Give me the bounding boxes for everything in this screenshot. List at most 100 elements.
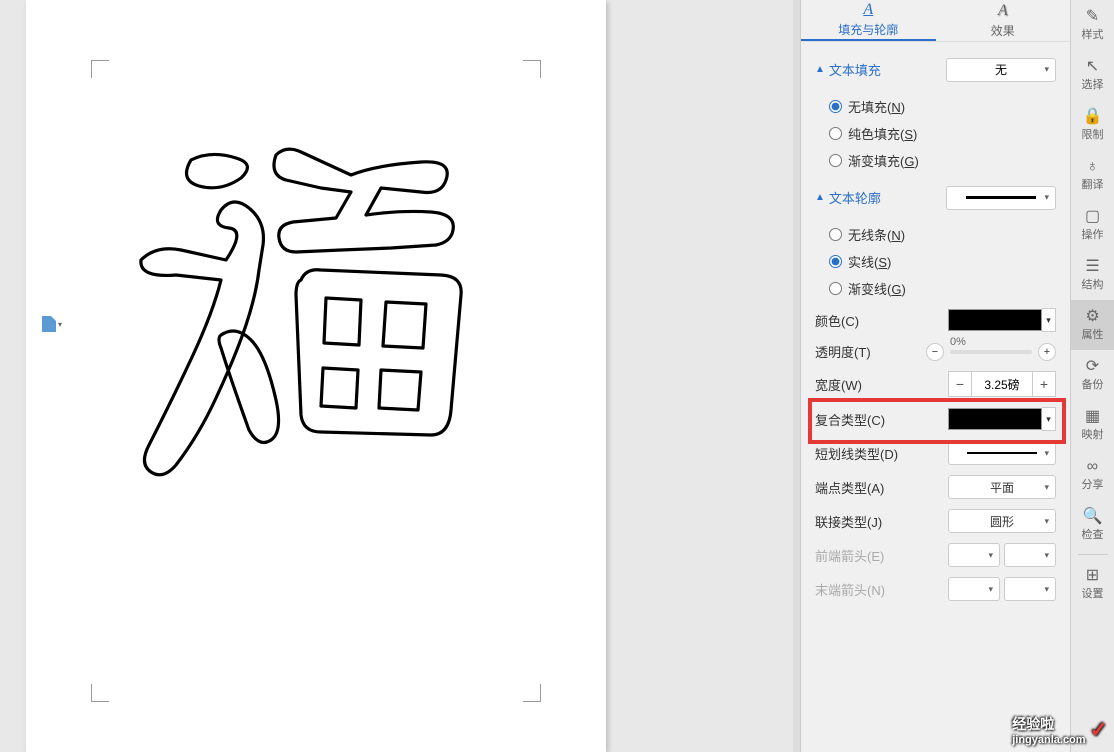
tool-label: 属性 [1082,326,1104,342]
arrow-front-style-dropdown [948,543,1000,567]
prop-width: 宽度(W) − + [815,371,1056,397]
grid-icon: ⊞ [1086,568,1099,584]
transparency-slider[interactable]: 0% [950,350,1032,354]
radio-label: 无填充(N) [848,97,905,116]
prop-label: 联接类型(J) [815,512,882,531]
radio-gradient-fill[interactable]: 渐变填充(G) [829,151,1056,170]
dash-type-dropdown[interactable] [948,441,1056,465]
outlined-character[interactable] [121,130,491,480]
tab-label: 效果 [991,22,1015,39]
document-page[interactable] [26,0,606,752]
margin-corner-br [523,684,541,702]
line-preview [967,452,1037,454]
tab-effect[interactable]: A 效果 [936,0,1071,41]
compound-preview[interactable] [948,408,1042,430]
canvas-area: ▾ [0,0,620,752]
fill-preset-dropdown[interactable]: 无 [946,58,1056,82]
margin-corner-bl [91,684,109,702]
radio-input[interactable] [829,255,842,268]
slider-plus-button[interactable]: + [1038,343,1056,361]
radio-input[interactable] [829,127,842,140]
sliders-icon: ⚙ [1085,309,1099,325]
tool-mapping[interactable]: ▦映射 [1071,400,1114,450]
fill-outline-icon: A [863,1,873,19]
tool-backup[interactable]: ⟳备份 [1071,350,1114,400]
cursor-icon: ↖ [1086,59,1099,75]
prop-label: 宽度(W) [815,375,862,394]
brush-icon: ✎ [1086,9,1099,25]
tool-share[interactable]: ∞分享 [1071,450,1114,500]
mapping-icon: ▦ [1085,409,1100,425]
prop-label: 短划线类型(D) [815,444,898,463]
arrow-front-size-dropdown [1004,543,1056,567]
color-dropdown-arrow[interactable]: ▾ [1042,308,1056,332]
chevron-down-icon: ▾ [58,320,62,329]
tool-label: 限制 [1082,126,1104,142]
line-preview [966,196,1036,199]
radio-label: 纯色填充(S) [848,124,917,143]
effect-icon: A [998,2,1008,20]
radio-input[interactable] [829,228,842,241]
color-swatch[interactable] [948,309,1042,331]
tool-operate[interactable]: ▢操作 [1071,200,1114,250]
tool-restrict[interactable]: 🔒限制 [1071,100,1114,150]
compound-dropdown-arrow[interactable]: ▾ [1042,407,1056,431]
properties-panel: A 填充与轮廓 A 效果 ▲ 文本填充 无 无填充(N) 纯色 [800,0,1070,752]
slider-minus-button[interactable]: − [926,343,944,361]
vertical-scrollbar[interactable] [793,0,800,752]
section-label: 文本填充 [829,60,881,79]
tool-structure[interactable]: ☰结构 [1071,250,1114,300]
tool-label: 样式 [1082,26,1104,42]
arrow-end-size-dropdown [1004,577,1056,601]
watermark-site: jingyanla.com [1012,734,1085,746]
cap-type-dropdown[interactable]: 平面 [948,475,1056,499]
outline-preset-dropdown[interactable] [946,186,1056,210]
radio-input[interactable] [829,100,842,113]
prop-color: 颜色(C) ▾ [815,308,1056,332]
tool-settings[interactable]: ⊞设置 [1071,559,1114,609]
document-icon [42,316,56,332]
join-type-dropdown[interactable]: 圆形 [948,509,1056,533]
width-spinner: − + [948,371,1056,397]
prop-dash: 短划线类型(D) [815,441,1056,465]
tab-label: 填充与轮廓 [838,21,898,38]
radio-input[interactable] [829,282,842,295]
doc-handle[interactable]: ▾ [42,316,62,332]
tool-check[interactable]: 🔍检查 [1071,500,1114,550]
slider-value: 0% [950,336,966,348]
radio-no-line[interactable]: 无线条(N) [829,225,1056,244]
radio-gradient-line[interactable]: 渐变线(G) [829,279,1056,298]
list-icon: ☰ [1085,259,1099,275]
tool-label: 翻译 [1082,176,1104,192]
width-input[interactable] [972,371,1032,397]
share-icon: ∞ [1087,459,1098,475]
radio-solid-fill[interactable]: 纯色填充(S) [829,124,1056,143]
width-decrement-button[interactable]: − [948,371,972,397]
backup-icon: ⟳ [1086,359,1099,375]
radio-solid-line[interactable]: 实线(S) [829,252,1056,271]
radio-input[interactable] [829,154,842,167]
tool-style[interactable]: ✎样式 [1071,0,1114,50]
watermark-brand: 经验啦 [1012,714,1085,734]
tool-label: 结构 [1082,276,1104,292]
panel-body: ▲ 文本填充 无 无填充(N) 纯色填充(S) 渐变填充(G) [801,42,1070,742]
tab-fill-outline[interactable]: A 填充与轮廓 [801,0,936,41]
section-text-fill[interactable]: ▲ 文本填充 [815,60,881,79]
prop-label: 端点类型(A) [815,478,884,497]
radio-no-fill[interactable]: 无填充(N) [829,97,1056,116]
tool-translate[interactable]: ♁翻译 [1071,150,1114,200]
prop-label: 前端箭头(E) [815,546,884,565]
width-increment-button[interactable]: + [1032,371,1056,397]
prop-label: 颜色(C) [815,311,859,330]
tool-select[interactable]: ↖选择 [1071,50,1114,100]
prop-join: 联接类型(J) 圆形 [815,509,1056,533]
tool-property[interactable]: ⚙属性 [1071,300,1114,350]
tool-label: 选择 [1082,76,1104,92]
lock-icon: 🔒 [1083,109,1103,125]
search-icon: 🔍 [1083,509,1103,525]
outline-radio-group: 无线条(N) 实线(S) 渐变线(G) [829,225,1056,298]
watermark: 经验啦 jingyanla.com ✓ [1012,714,1108,746]
operate-icon: ▢ [1085,209,1100,225]
radio-label: 实线(S) [848,252,891,271]
section-text-outline[interactable]: ▲ 文本轮廓 [815,188,881,207]
